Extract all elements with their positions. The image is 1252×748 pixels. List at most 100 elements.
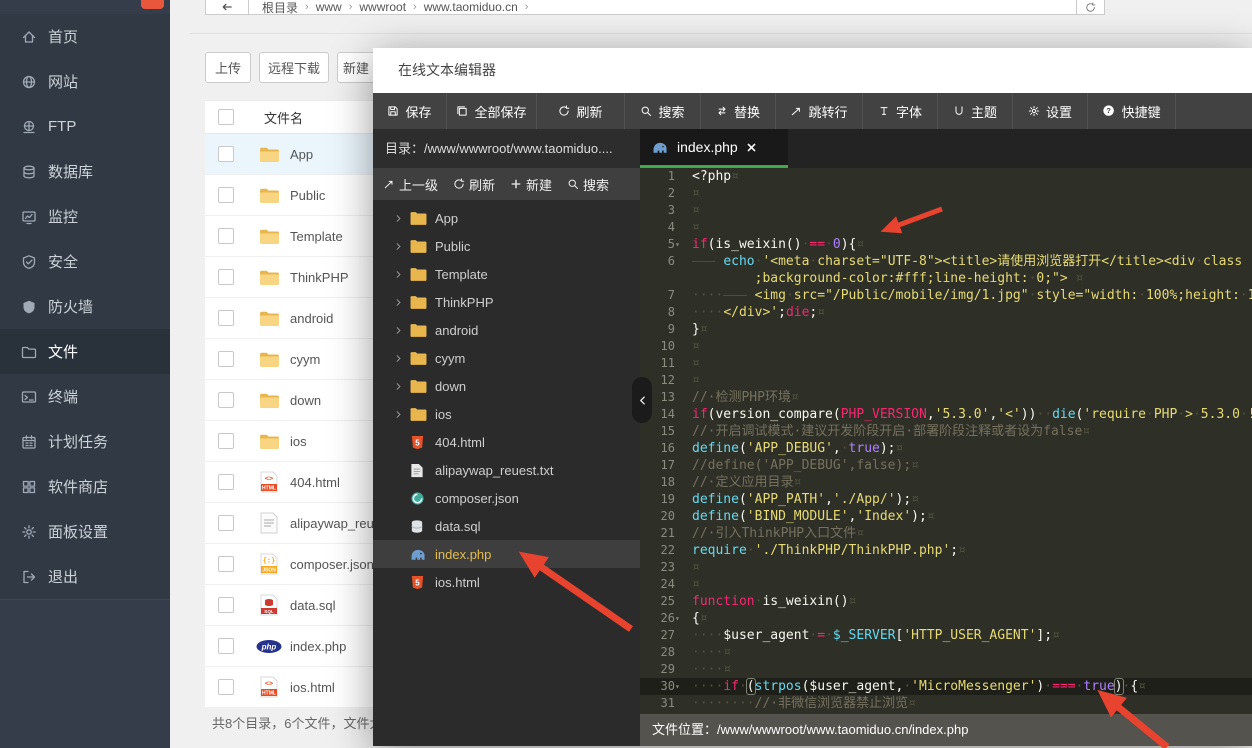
- row-checkbox[interactable]: [218, 351, 234, 367]
- row-checkbox[interactable]: [218, 638, 234, 654]
- tree-item[interactable]: App: [373, 204, 640, 232]
- editor-tab-indexphp[interactable]: index.php: [640, 129, 788, 168]
- row-checkbox[interactable]: [218, 269, 234, 285]
- sidebar-item-label: 文件: [48, 341, 78, 362]
- sidebar-item-ftp[interactable]: FTP: [0, 104, 170, 149]
- tree-item-name: ThinkPHP: [435, 295, 494, 310]
- chevron-right-icon[interactable]: [393, 214, 403, 223]
- back-button[interactable]: [206, 0, 249, 14]
- svg-text:?: ?: [1107, 107, 1112, 116]
- sidebar-item-monitor[interactable]: 监控: [0, 194, 170, 239]
- row-checkbox[interactable]: [218, 228, 234, 244]
- doc-icon: [410, 463, 428, 478]
- sidebar-item-shield[interactable]: 防火墙: [0, 284, 170, 329]
- breadcrumb-item[interactable]: 根目录: [262, 0, 298, 16]
- code-line: 10¤: [640, 338, 1252, 355]
- sidebar-item-home[interactable]: 首页: [0, 14, 170, 59]
- tree-refresh-button[interactable]: 刷新: [453, 175, 495, 194]
- terminal-icon: [20, 389, 38, 405]
- row-checkbox[interactable]: [218, 474, 234, 490]
- search-button[interactable]: 搜索: [625, 93, 701, 129]
- breadcrumb-item[interactable]: wwwroot: [359, 0, 406, 14]
- chevron-right-icon[interactable]: [393, 354, 403, 363]
- save-all-button[interactable]: 全部保存: [447, 93, 537, 129]
- goto-button[interactable]: 跳转行: [776, 93, 863, 129]
- refresh-button[interactable]: 刷新: [537, 93, 625, 129]
- tree-directory-label: 目录：/www/wwwroot/www.taomiduo....: [373, 129, 640, 168]
- code-line: 19define('APP_PATH','./App/');¤: [640, 491, 1252, 508]
- gear-button[interactable]: 设置: [1013, 93, 1088, 129]
- toolbar-button-label: 快捷键: [1122, 102, 1161, 121]
- tree-item-name: Template: [435, 267, 488, 282]
- refresh-path-button[interactable]: [1076, 0, 1104, 14]
- fm-button-remote-download[interactable]: 远程下载: [259, 52, 329, 83]
- collapse-tree-handle[interactable]: [632, 377, 652, 423]
- line-number: 25: [640, 593, 686, 610]
- sidebar-item-globe[interactable]: 网站: [0, 59, 170, 104]
- sidebar-item-logout[interactable]: 退出: [0, 554, 170, 599]
- row-checkbox[interactable]: [218, 597, 234, 613]
- tree-item[interactable]: ThinkPHP: [373, 288, 640, 316]
- sidebar-item-shield-check[interactable]: 安全: [0, 239, 170, 284]
- help-button[interactable]: ? 快捷键: [1088, 93, 1176, 129]
- row-checkbox[interactable]: [218, 146, 234, 162]
- fm-button-upload[interactable]: 上传: [205, 52, 251, 83]
- sidebar-item-folder[interactable]: 文件: [0, 329, 170, 374]
- tree-item-name: 404.html: [435, 435, 485, 450]
- breadcrumb-item[interactable]: www.taomiduo.cn: [424, 0, 518, 14]
- row-checkbox[interactable]: [218, 556, 234, 572]
- theme-button[interactable]: 主题: [938, 93, 1013, 129]
- sidebar-item-database[interactable]: 数据库: [0, 149, 170, 194]
- tree-item[interactable]: Template: [373, 260, 640, 288]
- row-checkbox[interactable]: [218, 310, 234, 326]
- sidebar-item-grid[interactable]: 软件商店: [0, 464, 170, 509]
- chevron-left-icon: [637, 395, 648, 406]
- tree-item[interactable]: cyym: [373, 344, 640, 372]
- chevron-right-icon[interactable]: [393, 382, 403, 391]
- sidebar-item-terminal[interactable]: 终端: [0, 374, 170, 419]
- tree-item[interactable]: 5404.html: [373, 428, 640, 456]
- sidebar-item-gear[interactable]: 面板设置: [0, 509, 170, 554]
- tree-item[interactable]: Public: [373, 232, 640, 260]
- chevron-right-icon[interactable]: [393, 242, 403, 251]
- row-checkbox[interactable]: [218, 433, 234, 449]
- line-number: 6: [640, 253, 686, 270]
- tree-item[interactable]: data.sql: [373, 512, 640, 540]
- breadcrumb-item[interactable]: www: [316, 0, 342, 14]
- toolbar-button-label: 替换: [734, 102, 760, 121]
- tree-item[interactable]: ios: [373, 400, 640, 428]
- replace-button[interactable]: 替换: [701, 93, 776, 129]
- font-button[interactable]: 字体: [863, 93, 938, 129]
- file-name: down: [290, 393, 321, 408]
- tree-item[interactable]: android: [373, 316, 640, 344]
- tree-search-button[interactable]: 搜索: [567, 175, 609, 194]
- chevron-right-icon[interactable]: [393, 326, 403, 335]
- close-icon[interactable]: [746, 142, 757, 153]
- tree-up-level-button[interactable]: 上一级: [383, 175, 438, 194]
- sidebar-item-calendar[interactable]: 计划任务: [0, 419, 170, 464]
- row-checkbox[interactable]: [218, 187, 234, 203]
- save-button[interactable]: 保存: [373, 93, 447, 129]
- row-checkbox[interactable]: [218, 515, 234, 531]
- code-editor[interactable]: 1<?php¤2¤3¤4¤5▾if(is_weixin()·==·0){¤6——…: [640, 168, 1252, 714]
- chevron-right-icon[interactable]: [393, 298, 403, 307]
- tree-item[interactable]: index.php: [373, 540, 640, 568]
- breadcrumb-separator: ›: [413, 1, 417, 13]
- editor-toolbar: 保存全部保存刷新搜索 替换跳转行字体主题设置? 快捷键: [373, 93, 1252, 129]
- folder-y-icon: [256, 228, 282, 245]
- tree-item-name: android: [435, 323, 478, 338]
- line-number: 10: [640, 338, 686, 355]
- tree-item[interactable]: down: [373, 372, 640, 400]
- chevron-right-icon[interactable]: [393, 410, 403, 419]
- tree-item[interactable]: composer.json: [373, 484, 640, 512]
- line-number: 22: [640, 542, 686, 559]
- tree-plus-button[interactable]: 新建: [510, 175, 552, 194]
- tree-item[interactable]: alipaywap_reuest.txt: [373, 456, 640, 484]
- select-all-checkbox[interactable]: [218, 109, 234, 125]
- row-checkbox[interactable]: [218, 392, 234, 408]
- tree-item[interactable]: 5ios.html: [373, 568, 640, 596]
- chevron-right-icon[interactable]: [393, 270, 403, 279]
- file-txt-icon: [256, 512, 282, 534]
- svg-text:<>: <>: [265, 680, 273, 688]
- row-checkbox[interactable]: [218, 679, 234, 695]
